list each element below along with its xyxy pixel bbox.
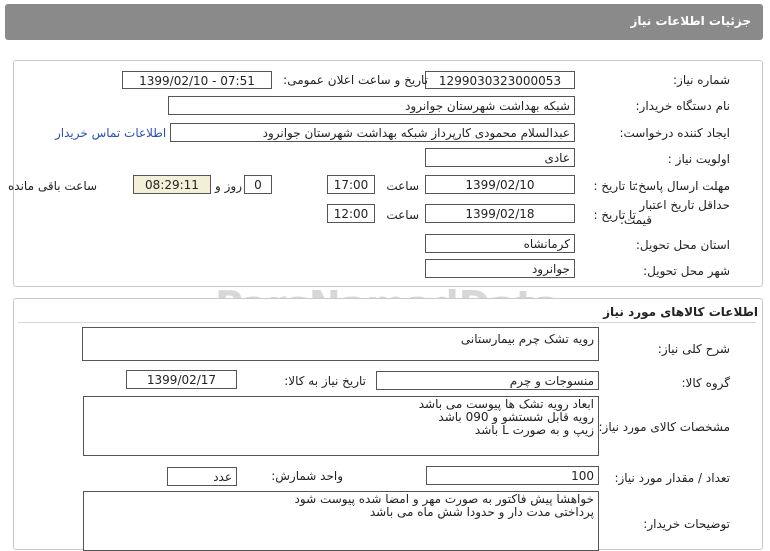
creator-label: ایجاد کننده درخواست: (619, 126, 730, 140)
buyer-org-label: نام دستگاه خریدار: (635, 99, 731, 113)
need-info-panel (13, 60, 763, 287)
remaining-days-field: 0 (244, 175, 272, 194)
buyer-notes-label: توضیحات خریدار: (643, 517, 730, 531)
province-label: استان محل تحویل: (635, 238, 730, 252)
deadline-time-label: ساعت (386, 179, 419, 193)
buyer-notes-field: خواهشا پیش فاکتور به صورت مهر و امضا شده… (83, 491, 599, 551)
unit-field: عدد (167, 467, 237, 486)
need-number-label: شماره نیاز: (673, 73, 730, 87)
creator-field: عبدالسلام محمودی کارپرداز شبکه بهداشت شه… (170, 123, 575, 142)
section-divider (18, 322, 756, 323)
goods-group-label: گروه کالا: (681, 376, 731, 390)
summary-label: شرح کلی نیاز: (657, 342, 730, 356)
priority-label: اولویت نیاز : (667, 152, 730, 166)
city-field: جوانرود (425, 259, 575, 278)
unit-label: واحد شمارش: (271, 469, 343, 483)
specs-field: ابعاد رویه تشک ها پیوست می باشد رویه قاب… (83, 396, 599, 456)
goods-group-field: منسوجات و چرم (376, 371, 599, 390)
validity-time-label: ساعت (386, 208, 419, 222)
need-number-field: 1299030323000053 (425, 71, 575, 89)
quantity-label: تعداد / مقدار مورد نیاز: (614, 471, 730, 485)
announce-field: 1399/02/10 - 07:51 (122, 71, 272, 89)
goods-section-title: اطلاعات کالاهای مورد نیاز (603, 305, 758, 319)
remaining-days-label: روز و (215, 179, 242, 193)
province-field: کرمانشاه (425, 234, 575, 253)
buyer-contact-link[interactable]: اطلاعات تماس خریدار (55, 126, 166, 140)
buyer-org-field: شبکه بهداشت شهرستان جوانرود (168, 96, 575, 115)
priority-field: عادی (425, 148, 575, 167)
remaining-time-label: ساعت باقی مانده (8, 179, 98, 193)
page-title: جزئیات اطلاعات نیاز (630, 14, 751, 28)
validity-to-date-label: تا تاریخ : (593, 208, 636, 222)
announce-label: تاریخ و ساعت اعلان عمومی: (283, 73, 428, 87)
quantity-field: 100 (426, 466, 599, 485)
summary-field: رویه تشک چرم بیمارستانی (82, 327, 599, 361)
validity-time-field: 12:00 (327, 204, 375, 223)
deadline-date-field: 1399/02/10 (425, 175, 575, 194)
page-header: جزئیات اطلاعات نیاز (5, 4, 763, 40)
need-date-field: 1399/02/17 (126, 370, 237, 389)
deadline-to-date-label: تا تاریخ : (593, 179, 636, 193)
validity-date-field: 1399/02/18 (425, 204, 575, 223)
need-date-label: تاریخ نیاز به کالا: (284, 374, 366, 388)
validity-label-line1: حداقل تاریخ اعتبار (639, 198, 730, 212)
deadline-time-field: 17:00 (327, 175, 375, 194)
city-label: شهر محل تحویل: (643, 264, 730, 278)
deadline-label: مهلت ارسال پاسخ: (634, 179, 730, 193)
specs-label: مشخصات کالای مورد نیاز: (598, 420, 730, 434)
remaining-time-field: 08:29:11 (133, 175, 211, 194)
